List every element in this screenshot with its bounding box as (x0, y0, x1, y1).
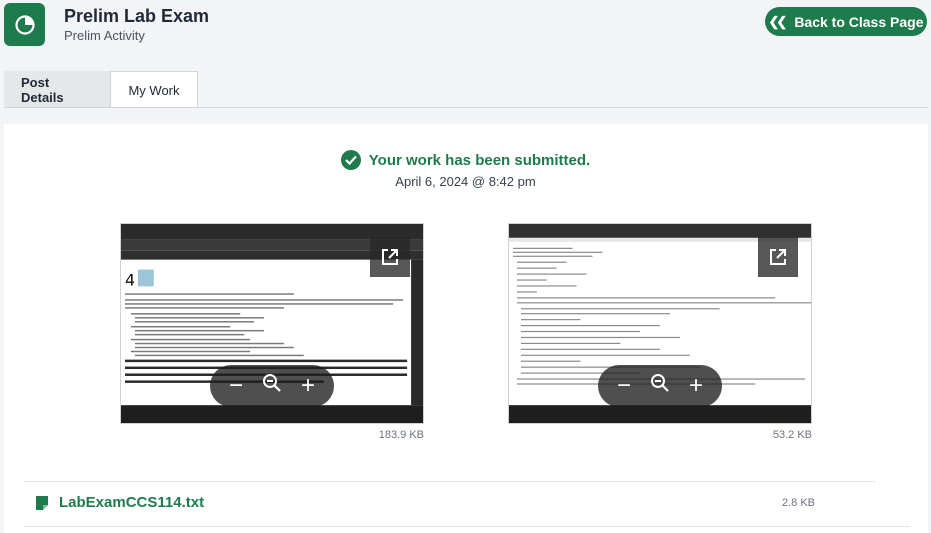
page-title: Prelim Lab Exam (64, 6, 210, 26)
file-icon (36, 495, 48, 510)
open-external-button[interactable] (370, 237, 410, 277)
magnifier-minus-icon (263, 374, 281, 392)
attachment-thumbnail-1[interactable]: 4 − + (120, 223, 424, 424)
attachment-size-1: 183.9 KB (378, 429, 424, 441)
check-circle-icon (340, 150, 361, 170)
zoom-reset-button[interactable] (258, 372, 286, 400)
divider (24, 481, 876, 482)
submission-status: Your work has been submitted. (0, 150, 931, 170)
attachment-size-2: 53.2 KB (772, 429, 812, 441)
file-attachment[interactable]: LabExamCCS114.txt (34, 494, 204, 511)
zoom-reset-button[interactable] (646, 372, 674, 400)
zoom-out-button[interactable]: − (222, 372, 250, 400)
app-icon (4, 3, 45, 46)
file-name-link[interactable]: LabExamCCS114.txt (59, 494, 204, 511)
tab-bar: Post Details My Work (4, 71, 198, 108)
magnifier-minus-icon (651, 374, 669, 392)
pie-chart-icon (14, 14, 35, 35)
svg-text:4: 4 (125, 270, 135, 289)
back-to-class-button[interactable]: ❮❮ Back to Class Page (765, 7, 927, 36)
zoom-controls: − + (598, 365, 722, 407)
tab-my-work[interactable]: My Work (110, 71, 198, 108)
file-size: 2.8 KB (781, 497, 815, 509)
zoom-in-button[interactable]: + (682, 372, 710, 400)
zoom-in-button[interactable]: + (294, 372, 322, 400)
tab-post-details[interactable]: Post Details (4, 71, 110, 108)
external-link-icon (770, 249, 786, 265)
external-link-icon (382, 249, 398, 265)
zoom-out-button[interactable]: − (610, 372, 638, 400)
status-text: Your work has been submitted. (368, 151, 591, 169)
attachment-thumbnail-2[interactable]: − + (508, 223, 812, 424)
submission-date: April 6, 2024 @ 8:42 pm (395, 174, 536, 189)
double-chevron-left-icon: ❮❮ (768, 13, 788, 29)
page-subtitle: Prelim Activity (64, 28, 145, 43)
zoom-controls: − + (210, 365, 334, 407)
back-button-label: Back to Class Page (794, 13, 924, 30)
tab-divider (4, 107, 928, 108)
open-external-button[interactable] (758, 237, 798, 277)
divider (24, 526, 910, 527)
